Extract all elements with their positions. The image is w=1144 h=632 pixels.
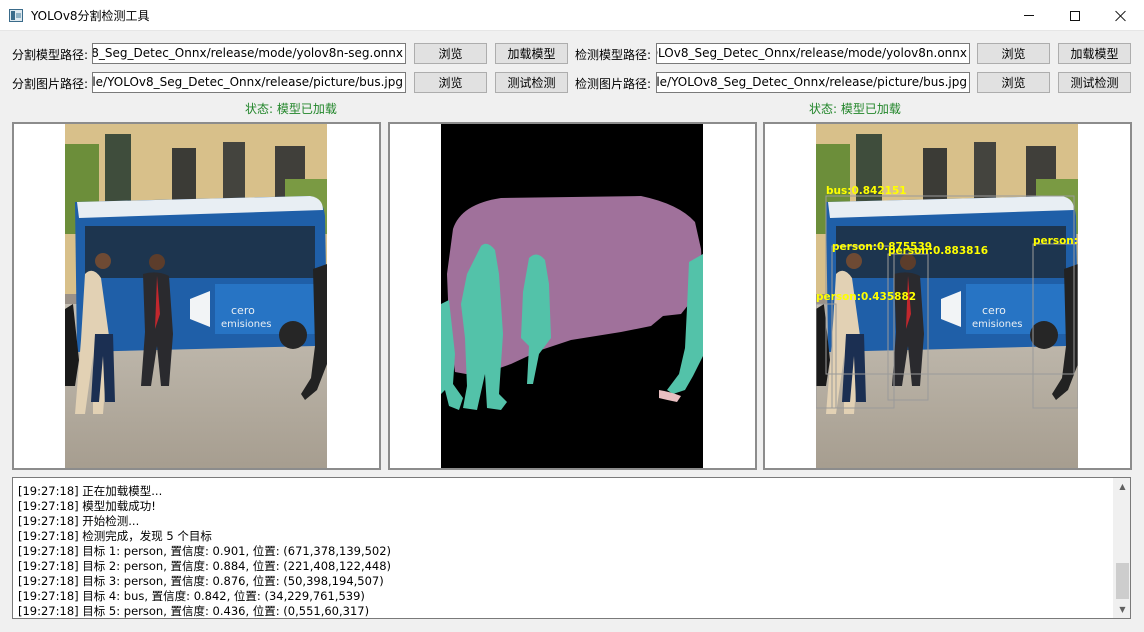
log-line: [19:27:18] 目标 2: person, 置信度: 0.884, 位置:… bbox=[18, 559, 392, 573]
log-scrollbar-thumb[interactable] bbox=[1116, 563, 1129, 599]
seg-model-path-label: 分割模型路径: bbox=[12, 48, 89, 62]
det-label-person-2: person:0.883816 bbox=[888, 245, 988, 257]
seg-image-path-field[interactable]: File/YOLOv8_Seg_Detec_Onnx/release/pictu… bbox=[92, 72, 406, 93]
chevron-up-icon[interactable]: ▲ bbox=[1114, 478, 1130, 495]
segmentation-mask bbox=[441, 124, 703, 468]
log-line: [19:27:18] 检测完成，发现 5 个目标 bbox=[18, 529, 212, 543]
original-image-panel: cero emisiones bbox=[12, 122, 381, 470]
segmentation-mask-panel bbox=[388, 122, 757, 470]
seg-browse-image-button[interactable]: 浏览 bbox=[414, 72, 487, 93]
det-label-bus: bus:0.842151 bbox=[826, 185, 907, 197]
detection-result-image: cero emisiones bus:0.842151 person:0.875… bbox=[816, 124, 1078, 468]
seg-browse-model-button[interactable]: 浏览 bbox=[414, 43, 487, 64]
svg-text:emisiones: emisiones bbox=[972, 319, 1022, 330]
log-line: [19:27:18] 开始检测... bbox=[18, 514, 140, 528]
log-line: [19:27:18] 目标 1: person, 置信度: 0.901, 位置:… bbox=[18, 544, 392, 558]
app-window-icon bbox=[9, 9, 23, 22]
det-browse-image-button[interactable]: 浏览 bbox=[977, 72, 1050, 93]
seg-status-label: 状态: 模型已加载 bbox=[245, 102, 337, 116]
det-test-detect-button[interactable]: 测试检测 bbox=[1058, 72, 1131, 93]
minimize-button[interactable] bbox=[1006, 0, 1052, 31]
log-line: [19:27:18] 模型加载成功! bbox=[18, 499, 156, 513]
maximize-button[interactable] bbox=[1052, 0, 1098, 31]
chevron-down-icon[interactable]: ▼ bbox=[1114, 601, 1130, 618]
close-button[interactable] bbox=[1098, 0, 1144, 31]
detection-result-panel: cero emisiones bus:0.842151 person:0.875… bbox=[763, 122, 1132, 470]
det-label-person-3: person:0 bbox=[1033, 235, 1078, 247]
log-line: [19:27:18] 目标 5: person, 置信度: 0.436, 位置:… bbox=[18, 604, 370, 618]
svg-text:cero: cero bbox=[982, 304, 1006, 317]
maximize-icon bbox=[1070, 10, 1080, 21]
window-title: YOLOv8分割检测工具 bbox=[31, 9, 150, 23]
log-line: [19:27:18] 目标 3: person, 置信度: 0.876, 位置:… bbox=[18, 574, 384, 588]
det-load-model-button[interactable]: 加载模型 bbox=[1058, 43, 1131, 64]
log-lines: [19:27:18] 正在加载模型... [19:27:18] 模型加载成功! … bbox=[18, 478, 392, 618]
det-image-path-label: 检测图片路径: bbox=[575, 77, 652, 91]
minimize-icon bbox=[1024, 15, 1034, 16]
seg-test-detect-button[interactable]: 测试检测 bbox=[495, 72, 568, 93]
det-label-person-4: person:0.435882 bbox=[816, 291, 916, 303]
det-browse-model-button[interactable]: 浏览 bbox=[977, 43, 1050, 64]
det-status-label: 状态: 模型已加载 bbox=[809, 102, 901, 116]
title-bar: YOLOv8分割检测工具 bbox=[0, 0, 1144, 31]
det-image-path-field[interactable]: File/YOLOv8_Seg_Detec_Onnx/release/pictu… bbox=[656, 72, 970, 93]
svg-text:cero: cero bbox=[231, 304, 255, 317]
log-line: [19:27:18] 目标 4: bus, 置信度: 0.842, 位置: (3… bbox=[18, 589, 365, 603]
close-icon bbox=[1115, 10, 1127, 22]
det-model-path-label: 检测模型路径: bbox=[575, 48, 652, 62]
log-scrollbar[interactable]: ▲ ▼ bbox=[1113, 478, 1130, 618]
log-line: [19:27:18] 正在加载模型... bbox=[18, 484, 163, 498]
det-model-path-field[interactable]: File/YOLOv8_Seg_Detec_Onnx/release/mode/… bbox=[656, 43, 970, 64]
log-output[interactable]: [19:27:18] 正在加载模型... [19:27:18] 模型加载成功! … bbox=[12, 477, 1131, 619]
seg-load-model-button[interactable]: 加载模型 bbox=[495, 43, 568, 64]
svg-text:emisiones: emisiones bbox=[221, 319, 271, 330]
original-bus-photo: cero emisiones bbox=[65, 124, 327, 468]
seg-image-path-label: 分割图片路径: bbox=[12, 77, 89, 91]
seg-model-path-field[interactable]: File/YOLOv8_Seg_Detec_Onnx/release/mode/… bbox=[92, 43, 406, 64]
